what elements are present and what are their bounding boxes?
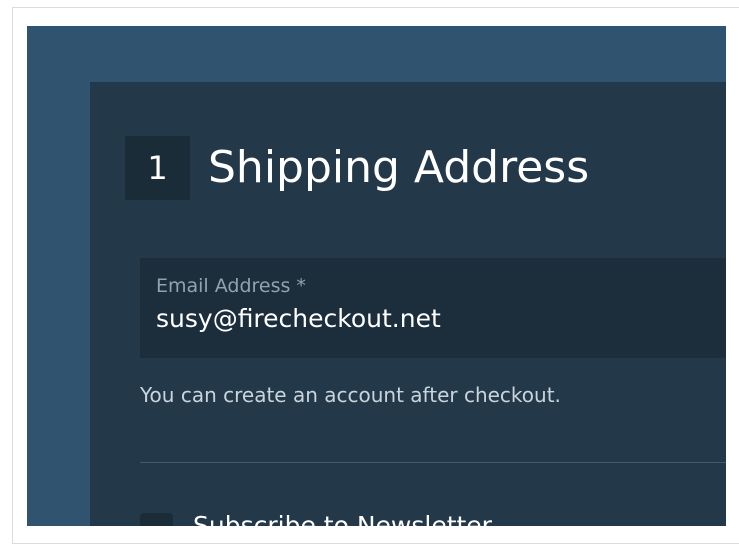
checkout-outer-panel: 1 Shipping Address Email Address * susy@f… [27,26,726,526]
email-field[interactable]: Email Address * susy@firecheckout.net [140,258,726,358]
email-label-text: Email Address [156,275,291,297]
required-marker: * [296,275,306,297]
newsletter-label[interactable]: Subscribe to Newsletter [193,509,492,526]
step-number-badge: 1 [125,136,190,200]
account-hint-text: You can create an account after checkout… [140,383,561,407]
email-input-value[interactable]: susy@firecheckout.net [156,302,441,336]
newsletter-checkbox[interactable] [140,513,173,526]
email-field-label: Email Address * [156,273,306,299]
section-divider [140,462,726,463]
section-title: Shipping Address [208,142,590,193]
shipping-step-panel: 1 Shipping Address Email Address * susy@f… [90,82,726,526]
